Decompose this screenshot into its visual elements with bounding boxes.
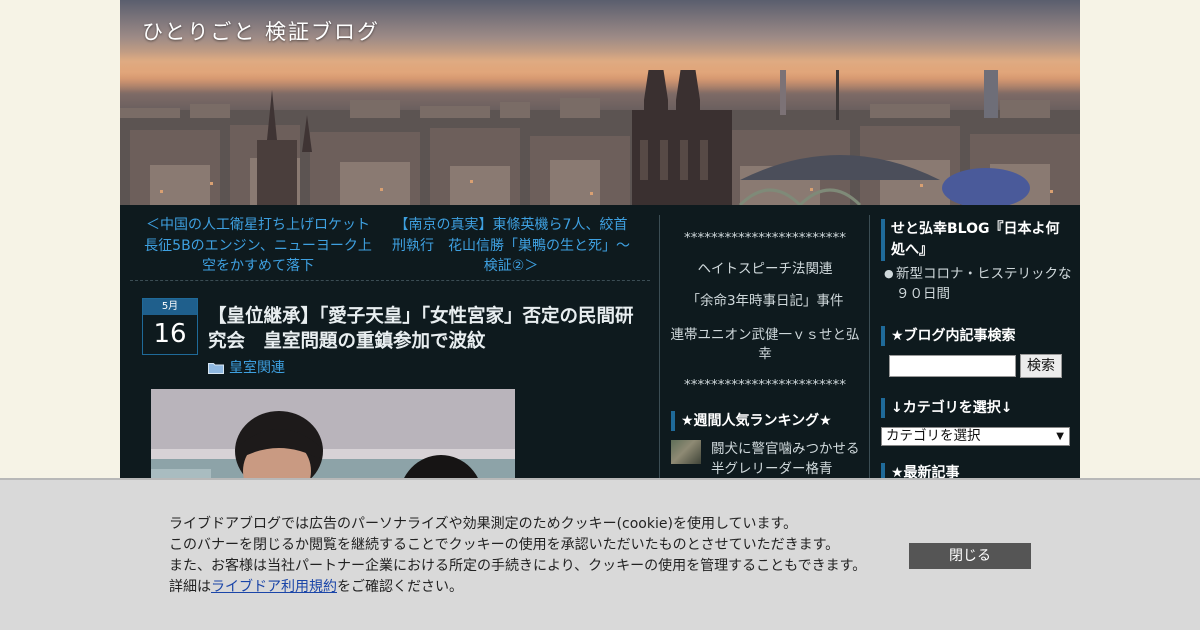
post-date-month: 5月: [143, 299, 197, 315]
terms-link[interactable]: ライブドア利用規約: [211, 579, 337, 595]
cookie-line-2: このバナーを閉じるか閲覧を継続することでクッキーの使用を承認いただいたものとさせ…: [169, 537, 840, 553]
cookie-line-3: また、お客様は当社パートナー企業における所定の手続きにより、クッキーの使用を管理…: [169, 558, 867, 574]
next-post-link[interactable]: 【南京の真実】東條英機ら7人、絞首刑執行 花山信勝「巣鴨の生と死」～検証②＞: [388, 215, 634, 277]
post-title[interactable]: 【皇位継承】「愛子天皇」「女性宮家」否定の民間研究会 皇室問題の重鎮参加で波紋: [208, 304, 648, 354]
blog-heading[interactable]: せと弘幸BLOG『日本よ何処へ』: [881, 219, 1071, 261]
search-heading: ★ブログ内記事検索: [881, 326, 1071, 346]
header-banner[interactable]: ひとりごと 検証ブログ: [120, 0, 1080, 205]
cookie-line-1: ライブドアブログでは広告のパーソナライズや効果測定のためクッキー(cookie)…: [169, 516, 798, 532]
sidebar-link-hate-speech[interactable]: ヘイトスピーチ法関連: [660, 260, 870, 279]
cookie-line-4-prefix: 詳細は: [169, 579, 211, 595]
search-button[interactable]: 検索: [1020, 354, 1062, 378]
category-heading: ↓カテゴリを選択↓: [881, 398, 1071, 418]
ranking-heading: ★週間人気ランキング★: [671, 411, 861, 431]
cityscape-image: [120, 70, 1080, 205]
ranking-thumbnail[interactable]: [671, 440, 701, 464]
sidebar-link-yomei[interactable]: 「余命3年時事日記」事件: [660, 292, 870, 311]
folder-icon: [208, 362, 224, 374]
post-navigation: ＜中国の人工衛星打ち上げロケット長征5Bのエンジン、ニューヨーク上空をかすめて落…: [130, 215, 650, 281]
post-date-day: 16: [153, 319, 187, 349]
separator-line: ************************: [684, 230, 846, 246]
chevron-down-icon: ▼: [1056, 431, 1064, 442]
separator-line: ************************: [684, 377, 846, 393]
cookie-line-4-suffix: をご確認ください。: [337, 579, 463, 595]
cookie-notice-text: ライブドアブログでは広告のパーソナライズや効果測定のためクッキー(cookie)…: [169, 514, 889, 598]
sidebar-link-rentai[interactable]: 連帯ユニオン武健一ｖｓせと弘幸: [660, 326, 870, 364]
cookie-banner: ライブドアブログでは広告のパーソナライズや効果測定のためクッキー(cookie)…: [0, 478, 1200, 630]
cookie-close-button[interactable]: 閉じる: [909, 543, 1031, 569]
category-select[interactable]: カテゴリを選択 ▼: [881, 427, 1070, 446]
blog-item-title[interactable]: 新型コロナ・ヒステリックな９０日間: [896, 264, 1074, 304]
cookie-line-4: 詳細はライブドア利用規約をご確認ください。: [169, 577, 889, 598]
post-category[interactable]: 皇室関連: [208, 357, 285, 377]
search-input[interactable]: [889, 355, 1016, 377]
ranking-item-title[interactable]: 闘犬に警官噛みつかせる 半グレリーダー格青: [711, 439, 873, 479]
site-title[interactable]: ひとりごと 検証ブログ: [142, 16, 380, 46]
bullet-icon: ●: [884, 267, 894, 280]
prev-post-link[interactable]: ＜中国の人工衛星打ち上げロケット長征5Bのエンジン、ニューヨーク上空をかすめて落…: [140, 215, 376, 277]
post-date-badge: 5月 16: [142, 298, 198, 355]
post-category-label[interactable]: 皇室関連: [229, 357, 285, 377]
blog-list-item[interactable]: ● 新型コロナ・ヒステリックな９０日間: [884, 264, 1074, 304]
category-select-value: カテゴリを選択: [886, 428, 981, 444]
